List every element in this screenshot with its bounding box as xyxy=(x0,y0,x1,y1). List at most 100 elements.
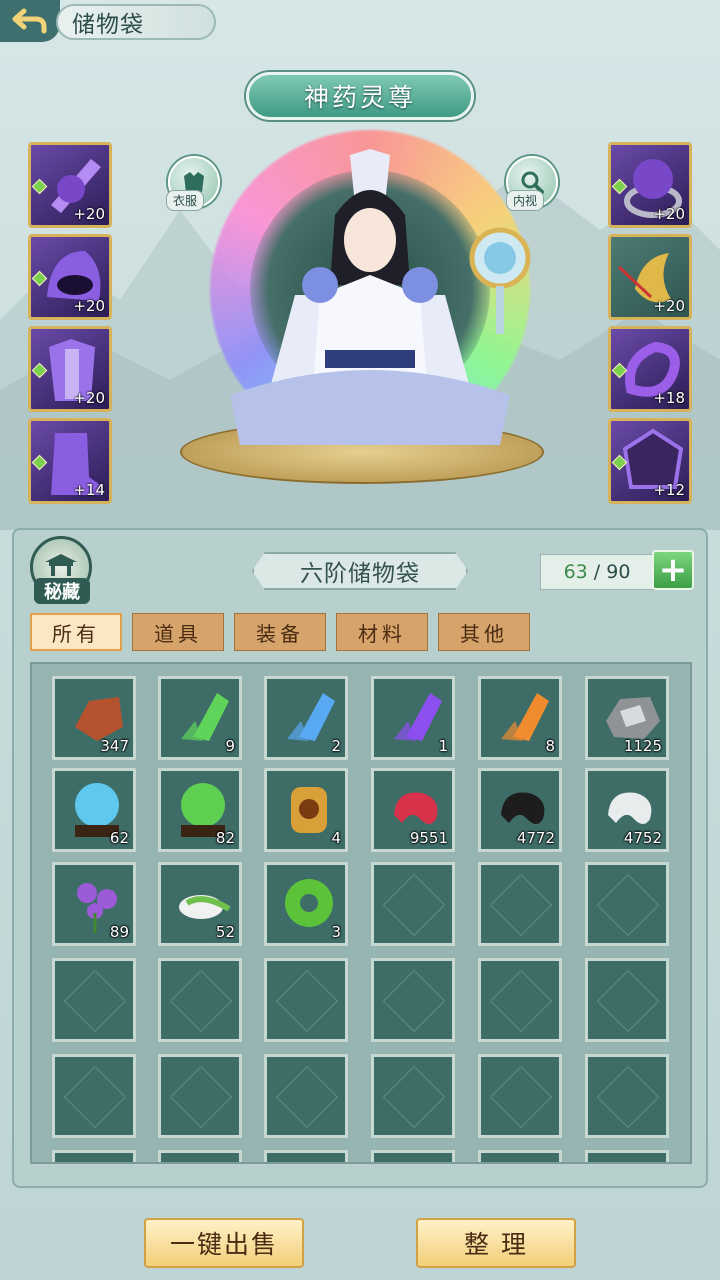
secret-vault-label: 秘藏 xyxy=(34,578,90,604)
inventory-slot-red-jade[interactable]: 9551 xyxy=(371,768,455,852)
inventory-slot-silver-ore[interactable]: 1125 xyxy=(585,676,669,760)
item-count: 3 xyxy=(331,923,341,941)
enhance-level: +20 xyxy=(73,297,105,315)
page-title-bar: 储物袋 xyxy=(56,4,216,40)
orange-crystal-icon xyxy=(501,693,549,741)
item-count: 4772 xyxy=(516,829,555,847)
item-count: 9 xyxy=(225,737,235,755)
sort-button[interactable]: 整 理 xyxy=(416,1218,576,1268)
plus-icon: + xyxy=(658,550,688,590)
sell-all-button[interactable]: 一键出售 xyxy=(144,1218,304,1268)
inventory-slot-blue-crystal[interactable]: 2 xyxy=(264,676,348,760)
empty-inventory-slot[interactable] xyxy=(52,1150,136,1162)
empty-inventory-slot[interactable] xyxy=(585,862,669,946)
inventory-slot-red-ore[interactable]: 347 xyxy=(52,676,136,760)
item-count: 2 xyxy=(331,737,341,755)
bag-title-plate: 六阶储物袋 xyxy=(252,552,468,590)
tab-all[interactable]: 所有 xyxy=(30,613,122,651)
bag-title: 六阶储物袋 xyxy=(300,561,420,587)
empty-inventory-slot[interactable] xyxy=(158,1054,242,1138)
empty-slot-diamond-icon xyxy=(275,1161,339,1162)
empty-slot-diamond-icon xyxy=(275,1065,339,1129)
enhance-level: +12 xyxy=(653,481,685,499)
empty-inventory-slot[interactable] xyxy=(52,958,136,1042)
empty-slot-diamond-icon xyxy=(63,1161,127,1162)
inventory-slot-gold-token[interactable]: 4 xyxy=(264,768,348,852)
equip-slot-ring[interactable]: +20 xyxy=(608,142,692,228)
inventory-slot-green-jade-ring[interactable]: 3 xyxy=(264,862,348,946)
enhance-level: +20 xyxy=(73,205,105,223)
equip-slot-helmet[interactable]: +20 xyxy=(28,234,112,320)
empty-inventory-slot[interactable] xyxy=(478,862,562,946)
page-title: 储物袋 xyxy=(72,12,144,38)
tab-other[interactable]: 其他 xyxy=(438,613,530,651)
inventory-grid: 347 9 2 1 8 1125 62 82 4 9551 4772 4752 89 52 3 xyxy=(30,662,692,1164)
inventory-slot-green-orb[interactable]: 82 xyxy=(158,768,242,852)
equip-slot-armor[interactable]: +20 xyxy=(28,326,112,412)
green-jade-ring-icon xyxy=(285,879,333,927)
equip-slot-boots[interactable]: +14 xyxy=(28,418,112,504)
character-name: 神药灵尊 xyxy=(303,83,416,112)
empty-slot-diamond-icon xyxy=(382,969,446,1033)
inventory-slot-green-crystal[interactable]: 9 xyxy=(158,676,242,760)
tab-equipment[interactable]: 装备 xyxy=(234,613,326,651)
empty-inventory-slot[interactable] xyxy=(158,958,242,1042)
empty-slot-diamond-icon xyxy=(169,969,233,1033)
empty-inventory-slot[interactable] xyxy=(371,1054,455,1138)
empty-inventory-slot[interactable] xyxy=(371,862,455,946)
empty-inventory-slot[interactable] xyxy=(585,1150,669,1162)
empty-inventory-slot[interactable] xyxy=(264,1150,348,1162)
expand-capacity-button[interactable]: + xyxy=(652,550,694,590)
empty-slot-diamond-icon xyxy=(489,969,553,1033)
equip-slot-weapon[interactable]: +20 xyxy=(28,142,112,228)
empty-inventory-slot[interactable] xyxy=(371,1150,455,1162)
inventory-slot-black-jade[interactable]: 4772 xyxy=(478,768,562,852)
inventory-slot-purple-crystal[interactable]: 1 xyxy=(371,676,455,760)
empty-inventory-slot[interactable] xyxy=(158,1150,242,1162)
empty-inventory-slot[interactable] xyxy=(585,1054,669,1138)
enhance-level: +20 xyxy=(653,205,685,223)
empty-inventory-slot[interactable] xyxy=(264,1054,348,1138)
item-count: 1125 xyxy=(623,737,662,755)
item-count: 89 xyxy=(109,923,129,941)
item-count: 4 xyxy=(331,829,341,847)
empty-slot-diamond-icon xyxy=(596,1065,660,1129)
equip-slot-talisman[interactable]: +12 xyxy=(608,418,692,504)
empty-inventory-slot[interactable] xyxy=(478,958,562,1042)
empty-inventory-slot[interactable] xyxy=(371,958,455,1042)
item-count: 1 xyxy=(438,737,448,755)
back-arrow-icon xyxy=(12,8,47,34)
item-count: 8 xyxy=(545,737,555,755)
tab-props[interactable]: 道具 xyxy=(132,613,224,651)
empty-slot-diamond-icon xyxy=(63,1065,127,1129)
empty-slot-diamond-icon xyxy=(169,1161,233,1162)
back-button[interactable] xyxy=(0,0,60,42)
equip-slot-bracelet[interactable]: +18 xyxy=(608,326,692,412)
enhance-level: +18 xyxy=(653,389,685,407)
tab-materials[interactable]: 材料 xyxy=(336,613,428,651)
character-nameplate: 神药灵尊 xyxy=(246,72,474,120)
inspect-label: 内视 xyxy=(506,190,545,211)
gold-token-icon xyxy=(291,787,327,833)
empty-slot-diamond-icon xyxy=(169,1065,233,1129)
capacity-display: 63 / 90 xyxy=(540,554,654,590)
inventory-slot-herb-bowl[interactable]: 52 xyxy=(158,862,242,946)
capacity-separator: / xyxy=(587,561,607,583)
equip-slot-amulet[interactable]: +20 xyxy=(608,234,692,320)
empty-inventory-slot[interactable] xyxy=(478,1054,562,1138)
inventory-slot-white-jade[interactable]: 4752 xyxy=(585,768,669,852)
inventory-slot-blue-orb[interactable]: 62 xyxy=(52,768,136,852)
item-count: 347 xyxy=(100,737,129,755)
empty-inventory-slot[interactable] xyxy=(585,958,669,1042)
empty-slot-diamond-icon xyxy=(596,969,660,1033)
inventory-slot-purple-flower[interactable]: 89 xyxy=(52,862,136,946)
purple-crystal-icon xyxy=(394,693,442,741)
empty-inventory-slot[interactable] xyxy=(52,1054,136,1138)
item-count: 4752 xyxy=(623,829,662,847)
inventory-slot-orange-crystal[interactable]: 8 xyxy=(478,676,562,760)
empty-inventory-slot[interactable] xyxy=(264,958,348,1042)
empty-inventory-slot[interactable] xyxy=(478,1150,562,1162)
item-count: 62 xyxy=(109,829,129,847)
enhance-level: +14 xyxy=(73,481,105,499)
empty-slot-diamond-icon xyxy=(489,873,553,937)
